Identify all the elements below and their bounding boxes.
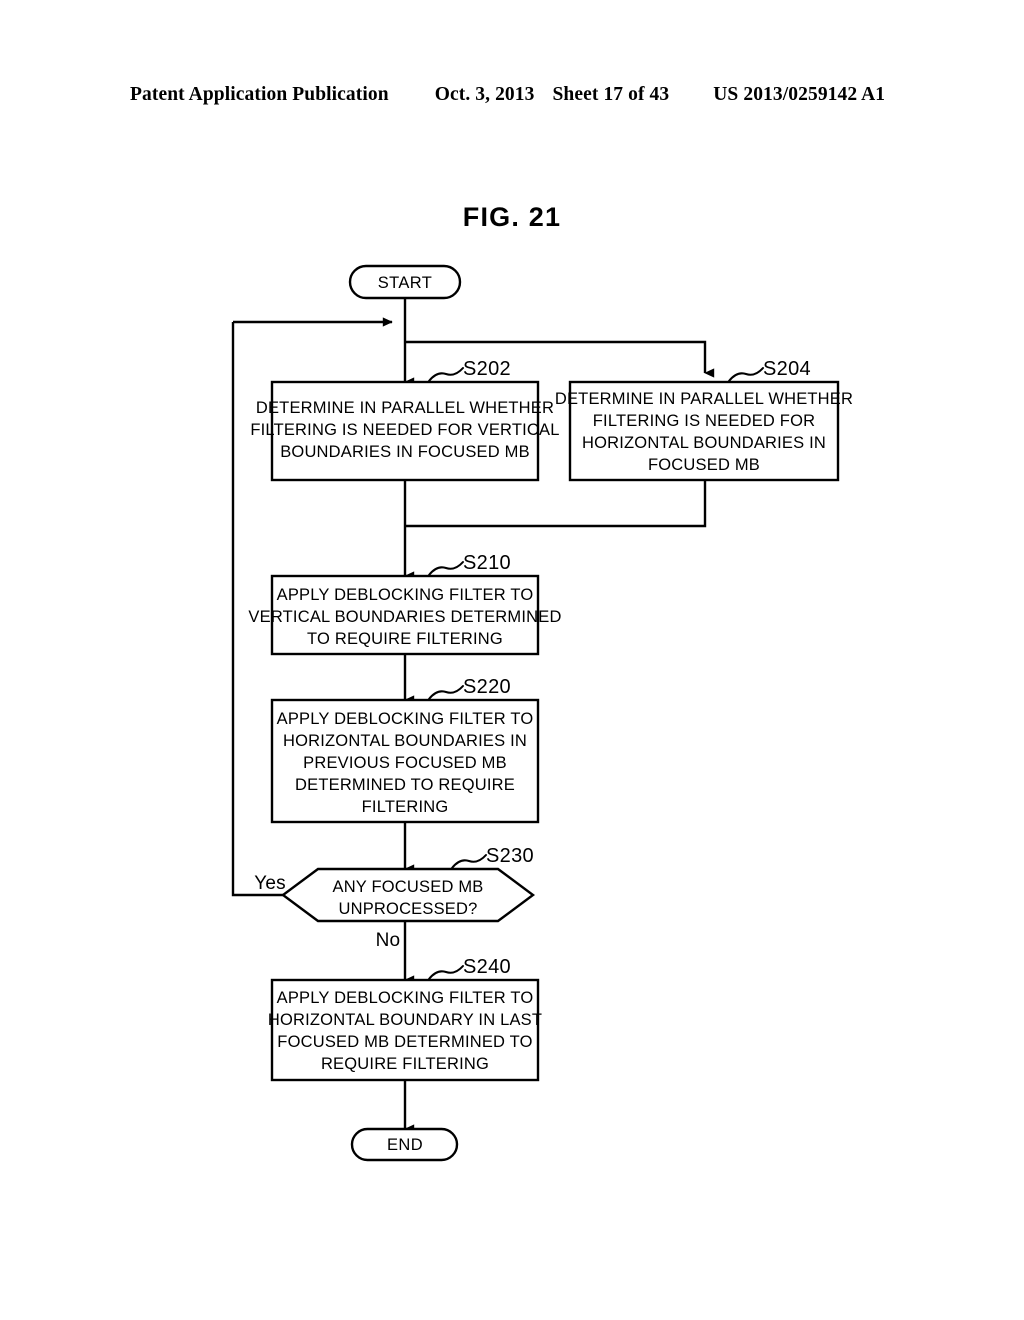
node-s240-line-3: FOCUSED MB DETERMINED TO xyxy=(277,1033,532,1051)
node-s210-line-1: APPLY DEBLOCKING FILTER TO xyxy=(277,586,534,604)
node-start: START xyxy=(348,264,462,300)
node-s210-line-3: TO REQUIRE FILTERING xyxy=(307,630,503,648)
step-ref-s240: S240 xyxy=(463,956,511,978)
node-s220-line-3: PREVIOUS FOCUSED MB xyxy=(303,754,507,772)
leader-s210 xyxy=(428,561,464,576)
node-end-label: END xyxy=(387,1136,423,1154)
step-ref-s202: S202 xyxy=(463,358,511,380)
node-s220: APPLY DEBLOCKING FILTER TO HORIZONTAL BO… xyxy=(270,698,540,824)
node-start-label: START xyxy=(378,274,433,292)
node-s210-line-2: VERTICAL BOUNDARIES DETERMINED xyxy=(248,608,561,626)
branch-label-yes: Yes xyxy=(254,873,286,894)
node-s220-line-1: APPLY DEBLOCKING FILTER TO xyxy=(277,710,534,728)
node-s230-line-2: UNPROCESSED? xyxy=(338,900,477,918)
node-s202-line-2: FILTERING IS NEEDED FOR VERTICAL xyxy=(250,421,559,439)
node-s230-decision: ANY FOCUSED MB UNPROCESSED? xyxy=(280,867,536,923)
node-s240-line-4: REQUIRE FILTERING xyxy=(321,1055,489,1073)
leader-s240 xyxy=(428,965,464,980)
node-s204-line-1: DETERMINE IN PARALLEL WHETHER xyxy=(555,390,853,408)
leader-s202 xyxy=(428,367,464,382)
node-s220-line-4: DETERMINED TO REQUIRE xyxy=(295,776,515,794)
node-s240-line-1: APPLY DEBLOCKING FILTER TO xyxy=(277,989,534,1007)
node-s240-line-2: HORIZONTAL BOUNDARY IN LAST xyxy=(268,1011,542,1029)
node-end: END xyxy=(350,1127,459,1162)
step-ref-s210: S210 xyxy=(463,552,511,574)
leader-s204 xyxy=(728,367,764,382)
node-s204-line-2: FILTERING IS NEEDED FOR xyxy=(593,412,815,430)
flowchart-diagram: START DETERMINE IN PARALLEL WHETHER FILT… xyxy=(0,0,1024,1320)
node-s204: DETERMINE IN PARALLEL WHETHER FILTERING … xyxy=(555,380,853,482)
node-s202: DETERMINE IN PARALLEL WHETHER FILTERING … xyxy=(250,380,559,482)
leader-s230 xyxy=(451,854,487,869)
branch-label-no: No xyxy=(376,930,401,951)
node-s230-line-1: ANY FOCUSED MB xyxy=(332,878,483,896)
node-s210: APPLY DEBLOCKING FILTER TO VERTICAL BOUN… xyxy=(248,574,561,656)
node-s204-line-3: HORIZONTAL BOUNDARIES IN xyxy=(582,434,826,452)
leader-s220 xyxy=(428,685,464,700)
step-ref-s220: S220 xyxy=(463,676,511,698)
connector-s204-merge xyxy=(405,480,707,528)
node-s202-line-3: BOUNDARIES IN FOCUSED MB xyxy=(280,443,530,461)
node-s240: APPLY DEBLOCKING FILTER TO HORIZONTAL BO… xyxy=(268,978,542,1082)
node-s202-line-1: DETERMINE IN PARALLEL WHETHER xyxy=(256,399,554,417)
node-s204-line-4: FOCUSED MB xyxy=(648,456,760,474)
connector-split-to-s204 xyxy=(405,340,715,378)
node-s220-line-2: HORIZONTAL BOUNDARIES IN xyxy=(283,732,527,750)
step-ref-s230: S230 xyxy=(486,845,534,867)
step-ref-s204: S204 xyxy=(763,358,811,380)
node-s220-line-5: FILTERING xyxy=(362,798,449,816)
